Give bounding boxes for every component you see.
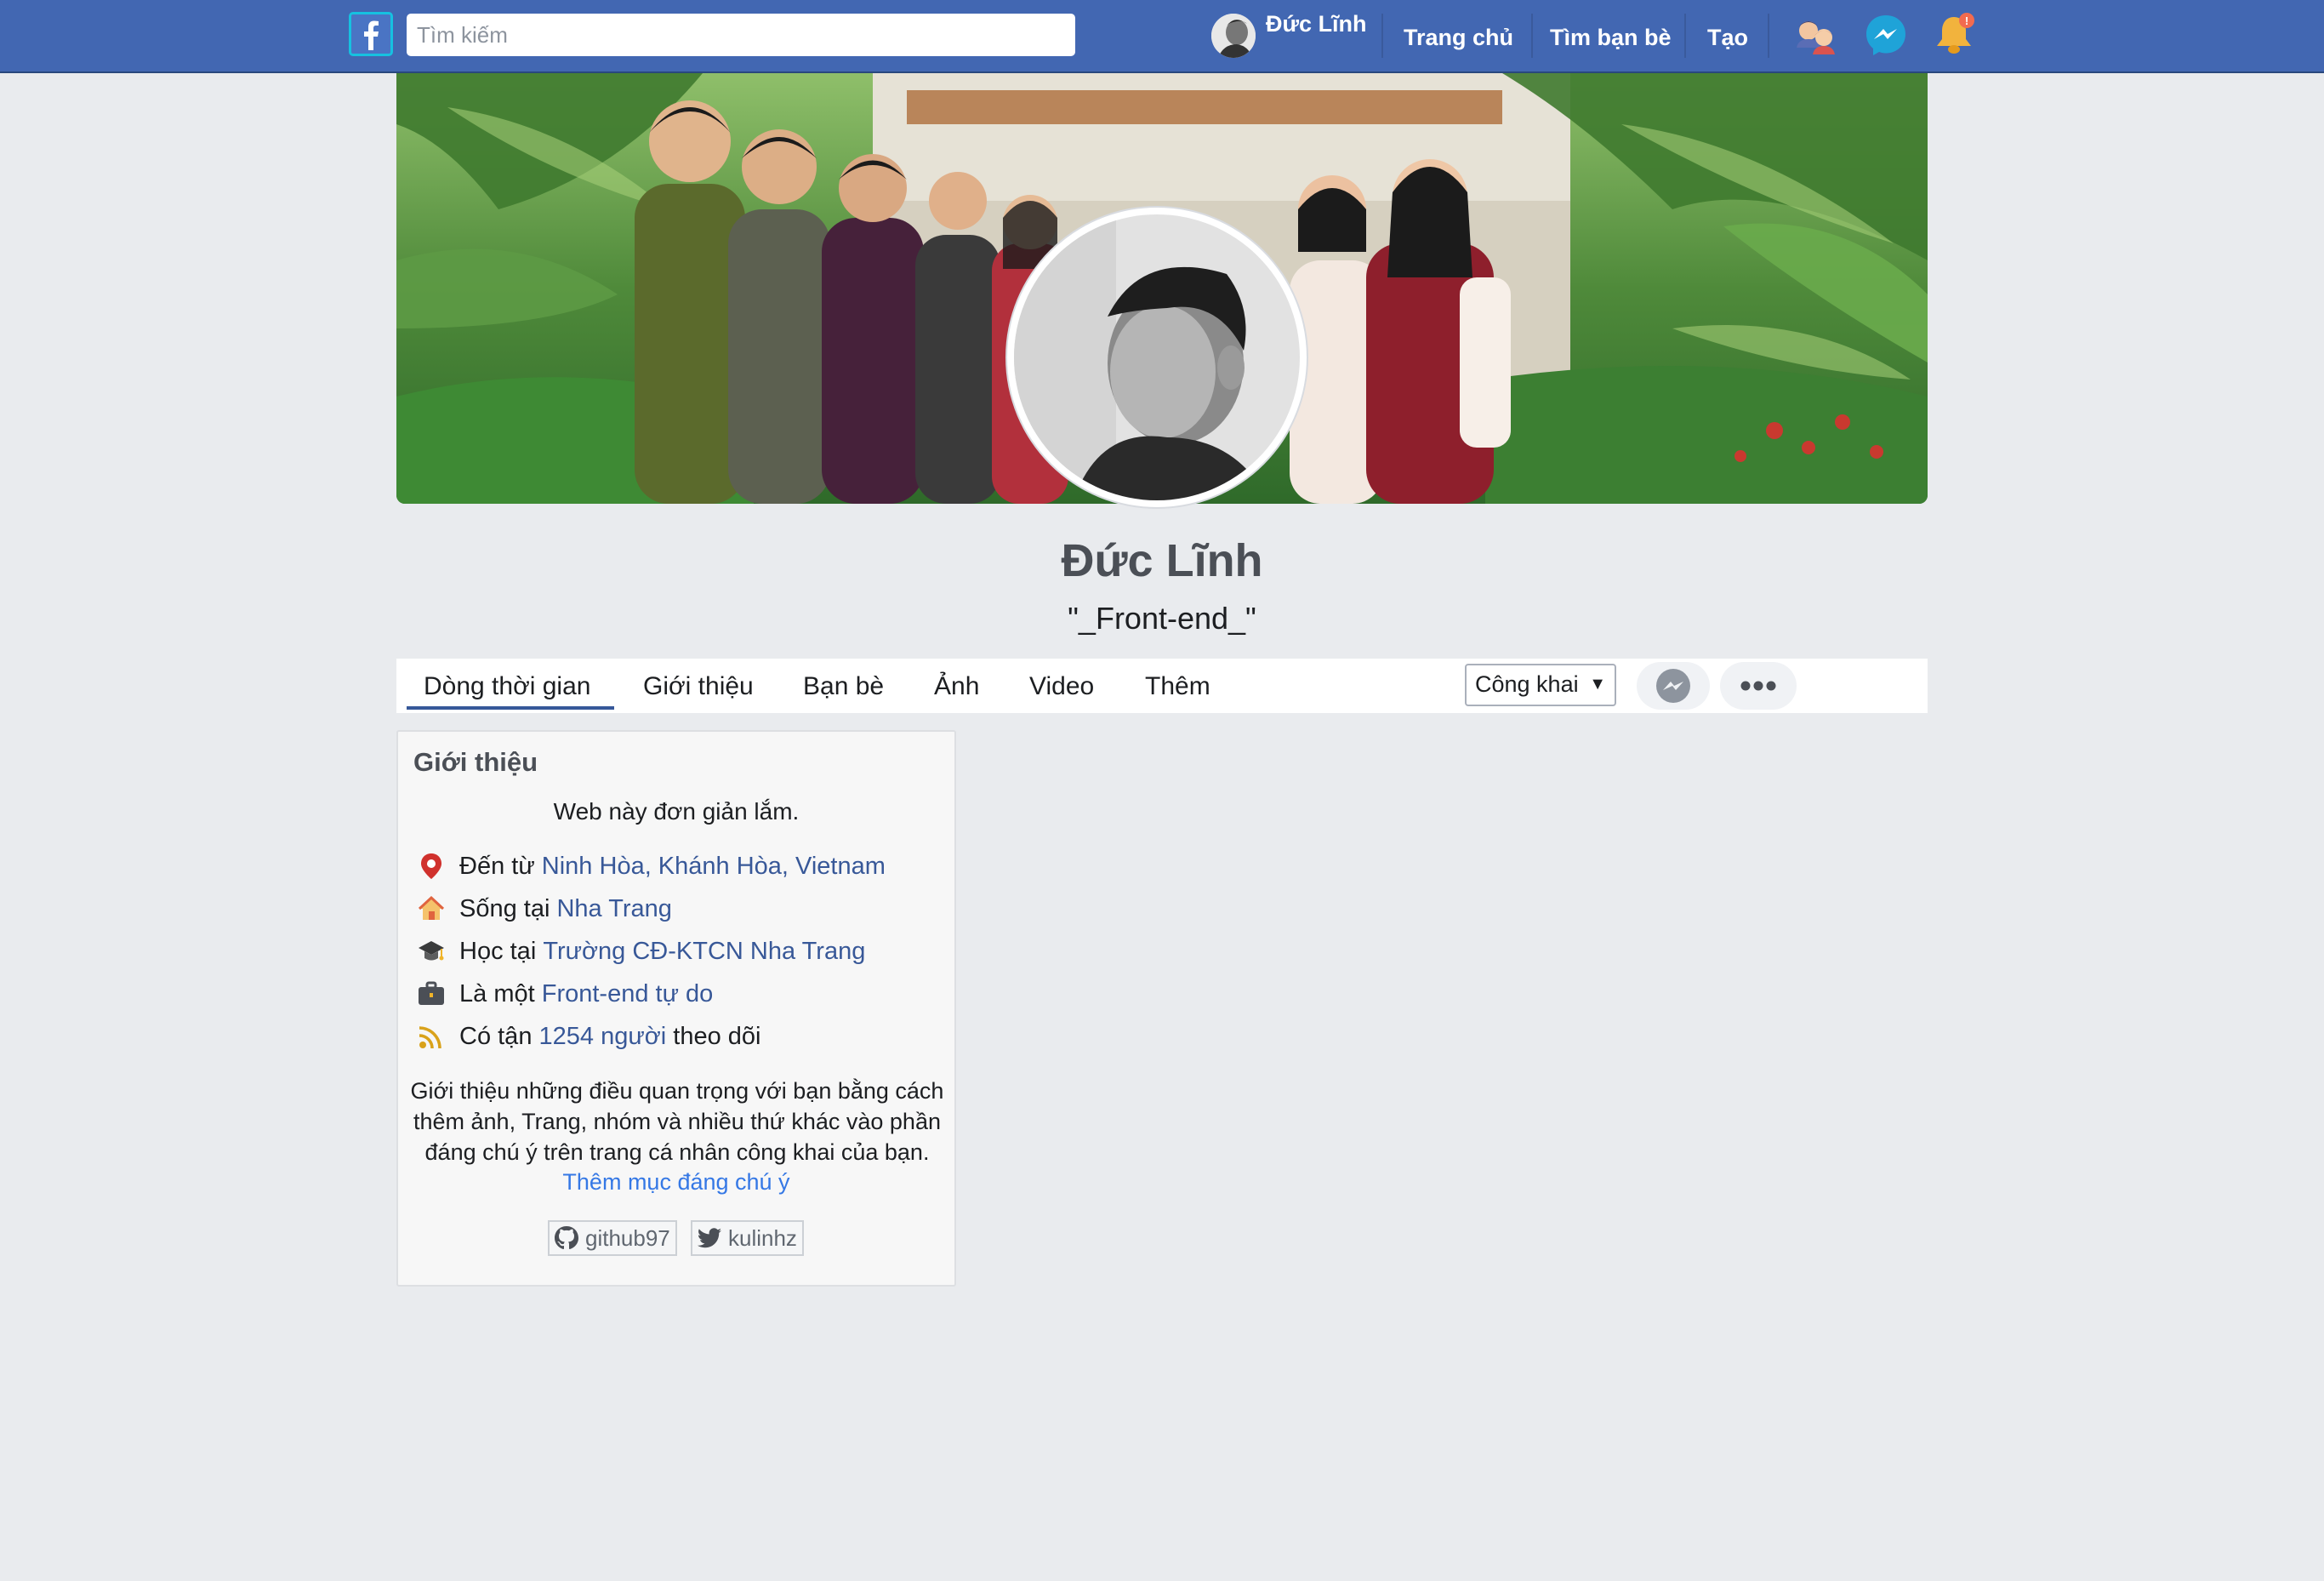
friend-requests-icon[interactable] bbox=[1791, 10, 1841, 60]
intro-row-followers: Có tận 1254 người theo dõi bbox=[417, 1019, 760, 1053]
messenger-icon bbox=[1656, 669, 1690, 703]
graduation-cap-icon bbox=[417, 937, 446, 966]
nav-user-name: Đức Lĩnh bbox=[1266, 11, 1367, 37]
notifications-icon[interactable]: ! bbox=[1929, 10, 1979, 60]
profile-name: Đức Lĩnh bbox=[1061, 535, 1263, 586]
intro-row-link[interactable]: Front-end tự do bbox=[542, 980, 714, 1008]
intro-row-prefix: Có tận bbox=[459, 1022, 533, 1050]
intro-card-title: Giới thiệu bbox=[413, 747, 538, 777]
location-pin-icon bbox=[417, 852, 446, 881]
privacy-select-value: Công khai bbox=[1475, 671, 1579, 697]
privacy-select[interactable]: Công khai ▼ bbox=[1465, 664, 1616, 706]
intro-row-link[interactable]: Trường CĐ-KTCN Nha Trang bbox=[543, 938, 865, 966]
intro-row-studied-at: Học tại Trường CĐ-KTCN Nha Trang bbox=[417, 934, 865, 968]
intro-row-link[interactable]: 1254 người bbox=[539, 1023, 667, 1051]
nav-divider bbox=[1381, 14, 1383, 58]
intro-row-suffix: theo dõi bbox=[666, 1022, 761, 1050]
more-options-button[interactable] bbox=[1720, 662, 1797, 710]
intro-row-lives-in: Sống tại Nha Trang bbox=[417, 892, 672, 926]
tab-about[interactable]: Giới thiệu bbox=[643, 659, 754, 713]
intro-row-link[interactable]: Ninh Hòa, Khánh Hòa, Vietnam bbox=[542, 853, 886, 881]
profile-tab-bar: Dòng thời gian Giới thiệu Bạn bè Ảnh Vid… bbox=[396, 659, 1928, 713]
top-navigation-bar: Đức Lĩnh Trang chủ Tìm bạn bè Tạo ! bbox=[0, 0, 2324, 73]
intro-row-hometown: Đến từ Ninh Hòa, Khánh Hòa, Vietnam bbox=[417, 849, 886, 883]
rss-feed-icon bbox=[417, 1022, 446, 1051]
profile-bio: "_Front-end_" bbox=[1068, 601, 1256, 636]
nav-profile-link[interactable]: Đức Lĩnh bbox=[1211, 11, 1367, 60]
intro-note: Giới thiệu những điều quan trọng với bạn… bbox=[410, 1078, 944, 1165]
intro-row-prefix: Đến từ bbox=[459, 852, 535, 880]
home-icon bbox=[417, 894, 446, 923]
nav-create-link[interactable]: Tạo bbox=[1707, 0, 1748, 71]
tab-friends[interactable]: Bạn bè bbox=[803, 659, 884, 713]
nav-find-friends-link[interactable]: Tìm bạn bè bbox=[1550, 0, 1672, 71]
facebook-logo-icon[interactable] bbox=[349, 12, 393, 56]
intro-row-link[interactable]: Nha Trang bbox=[556, 895, 671, 923]
twitter-button[interactable]: kulinhz bbox=[691, 1220, 804, 1256]
nav-divider bbox=[1768, 14, 1769, 58]
intro-row-prefix: Là một bbox=[459, 979, 535, 1007]
github-label: github97 bbox=[585, 1224, 670, 1251]
intro-description: Web này đơn giản lắm. bbox=[553, 798, 800, 825]
github-icon bbox=[555, 1226, 578, 1249]
tab-timeline[interactable]: Dòng thời gian bbox=[406, 659, 616, 713]
intro-card: Giới thiệu Web này đơn giản lắm. Đến từ … bbox=[396, 730, 956, 1287]
chevron-down-icon: ▼ bbox=[1589, 675, 1606, 693]
messenger-icon[interactable] bbox=[1861, 10, 1911, 60]
search-input[interactable] bbox=[407, 14, 1075, 56]
twitter-icon bbox=[697, 1228, 721, 1248]
intro-row-prefix: Sống tại bbox=[459, 894, 550, 922]
tab-more[interactable]: Thêm bbox=[1145, 659, 1210, 713]
nav-divider bbox=[1684, 14, 1686, 58]
profile-picture[interactable] bbox=[1007, 208, 1307, 507]
nav-home-link[interactable]: Trang chủ bbox=[1404, 0, 1513, 71]
message-button[interactable] bbox=[1637, 662, 1710, 710]
tab-photos[interactable]: Ảnh bbox=[934, 659, 979, 713]
add-featured-link[interactable]: Thêm mục đáng chú ý bbox=[398, 1169, 954, 1196]
twitter-label: kulinhz bbox=[728, 1224, 797, 1251]
more-dots-icon bbox=[1740, 681, 1776, 691]
intro-row-works-as: Là một Front-end tự do bbox=[417, 977, 713, 1011]
svg-text:!: ! bbox=[1965, 14, 1968, 27]
tab-video[interactable]: Video bbox=[1029, 659, 1094, 713]
nav-divider bbox=[1531, 14, 1533, 58]
github-button[interactable]: github97 bbox=[548, 1220, 677, 1256]
avatar bbox=[1211, 14, 1256, 58]
briefcase-icon bbox=[417, 979, 446, 1008]
intro-row-prefix: Học tại bbox=[459, 937, 537, 965]
